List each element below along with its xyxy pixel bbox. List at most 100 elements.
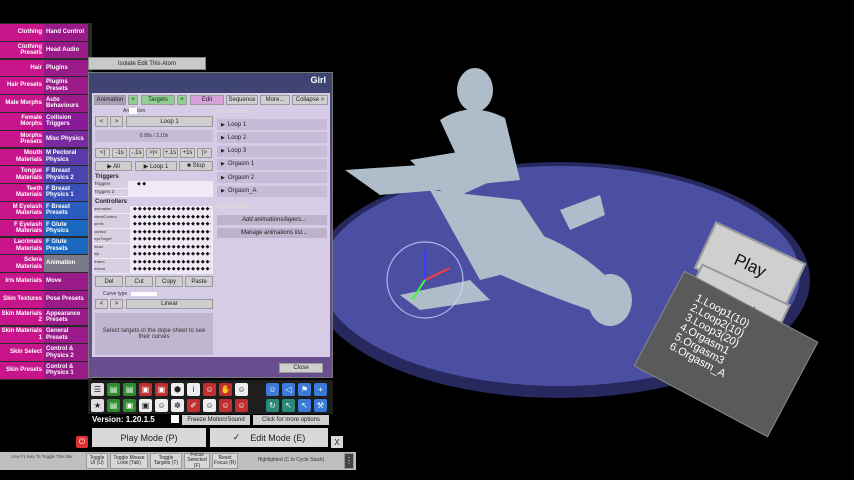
tab-m-pectoral-physics[interactable]: M Pectoral Physics bbox=[44, 148, 88, 166]
trigger-keyframes[interactable]: ◆ ◆ bbox=[137, 181, 146, 187]
hand-icon[interactable]: ✋ bbox=[219, 383, 232, 396]
status-focus-selected-f-button[interactable]: Focus Selected (F) bbox=[184, 452, 210, 469]
tab-teeth-materials[interactable]: Teeth Materials bbox=[0, 184, 44, 201]
play-loop-button[interactable]: ▶ Loop 1 bbox=[135, 161, 177, 171]
time-nav-button[interactable]: |> bbox=[197, 148, 212, 158]
controller-row-label[interactable]: animation bbox=[94, 206, 130, 213]
del-key-button[interactable]: Del bbox=[95, 276, 123, 287]
curve-prev-button[interactable]: < bbox=[95, 299, 108, 309]
tab-f-breast-presets[interactable]: F Breast Presets bbox=[44, 202, 88, 219]
animation-item[interactable]: ▶ Orgasm_A bbox=[217, 185, 327, 197]
more-menu-icon[interactable]: ⋮ bbox=[344, 453, 354, 469]
folder-icon[interactable]: ▤ bbox=[107, 383, 120, 396]
collapse-button[interactable]: Collapse > bbox=[292, 95, 328, 105]
paste-icon[interactable]: ▣ bbox=[139, 383, 152, 396]
user-icon[interactable]: ☺ bbox=[203, 383, 216, 396]
time-nav-button[interactable]: +1s bbox=[180, 148, 195, 158]
tab-move[interactable]: Move bbox=[44, 273, 88, 290]
copy-key-button[interactable]: Copy bbox=[155, 276, 183, 287]
tab-skin-materials-1[interactable]: Skin Materials 1 bbox=[0, 326, 44, 344]
controller-row-label[interactable]: control bbox=[94, 228, 130, 236]
tab-sclera-materials[interactable]: Sclera Materials bbox=[0, 255, 44, 272]
cut-key-button[interactable]: Cut bbox=[125, 276, 153, 287]
share-icon[interactable]: ◁ bbox=[282, 383, 295, 396]
controller-keyframes[interactable]: ◆◆◆◆◆◆◆◆◆◆◆◆◆◆◆◆◆◆◆◆◆◆ bbox=[133, 259, 211, 265]
trigger-row-label[interactable]: Triggers 2 bbox=[94, 189, 128, 196]
isolate-edit-button[interactable]: Isolate Edit This Atom bbox=[88, 57, 206, 70]
tab-hair[interactable]: Hair bbox=[0, 59, 44, 77]
edit-mode-button[interactable]: ✓ Edit Mode (E) bbox=[210, 428, 328, 447]
tools-icon[interactable]: ⚒ bbox=[314, 399, 327, 412]
tab-m-eyelash-materials[interactable]: M Eyelash Materials bbox=[0, 202, 44, 219]
curve-type-select[interactable]: Linear bbox=[126, 299, 213, 309]
pointer-icon[interactable]: ↖ bbox=[282, 399, 295, 412]
plus-icon[interactable]: + bbox=[314, 383, 327, 396]
tab-edit[interactable]: Edit bbox=[190, 95, 224, 105]
tab-control-physics-2[interactable]: Control & Physics 2 bbox=[44, 344, 88, 361]
tab-skin-textures[interactable]: Skin Textures bbox=[0, 291, 44, 308]
controller-row-label[interactable]: eyeTarget bbox=[94, 236, 130, 243]
freeze-checkbox[interactable] bbox=[171, 415, 179, 423]
curve-next-button[interactable]: > bbox=[110, 299, 123, 309]
person-icon[interactable]: ☺ bbox=[266, 383, 279, 396]
user-icon[interactable]: ☺ bbox=[219, 399, 232, 412]
controller-keyframes[interactable]: ◆◆◆◆◆◆◆◆◆◆◆◆◆◆◆◆◆◆◆◆◆◆ bbox=[133, 229, 211, 235]
status-toggle-ui-u-button[interactable]: Toggle UI (U) bbox=[86, 453, 108, 469]
tab-plugins-presets[interactable]: Plugins Presets bbox=[44, 77, 88, 94]
play-mode-button[interactable]: Play Mode (P) bbox=[92, 428, 206, 447]
tab-f-glute-presets[interactable]: F Glute Presets bbox=[44, 237, 88, 255]
tab-clothing[interactable]: Clothing bbox=[0, 24, 44, 41]
animation-item[interactable]: ▶ Loop 2 bbox=[217, 132, 327, 144]
info-icon[interactable]: i bbox=[187, 383, 200, 396]
refresh-icon[interactable]: ↻ bbox=[266, 399, 279, 412]
tab-hair-presets[interactable]: Hair Presets bbox=[0, 77, 44, 94]
controller-keyframes[interactable]: ◆◆◆◆◆◆◆◆◆◆◆◆◆◆◆◆◆◆◆◆◆◆ bbox=[133, 221, 211, 227]
tab-lacrimals-materials[interactable]: Lacrimals Materials bbox=[0, 237, 44, 255]
power-icon[interactable]: ⏻ bbox=[76, 436, 88, 448]
tab-f-glute-physics[interactable]: F Glute Physics bbox=[44, 219, 88, 237]
animation-item[interactable]: ▶ Orgasm 1 bbox=[217, 158, 327, 170]
animation-select[interactable]: Loop 1 bbox=[126, 116, 213, 127]
time-nav-button[interactable]: +.1s bbox=[163, 148, 178, 158]
flag-icon[interactable]: ⚑ bbox=[298, 383, 311, 396]
tab-female-morphs[interactable]: Female Morphs bbox=[0, 113, 44, 130]
tab-control-physics-1[interactable]: Control & Physics 1 bbox=[44, 362, 88, 379]
tab-appearance-presets[interactable]: Appearance Presets bbox=[44, 308, 88, 326]
more-options-button[interactable]: Click for more options bbox=[253, 415, 329, 425]
tab-iris-materials[interactable]: Iris Materials bbox=[0, 273, 44, 290]
tab-targets[interactable]: Targets bbox=[141, 95, 175, 105]
pointer-icon[interactable]: ↖ bbox=[298, 399, 311, 412]
controller-row-label[interactable]: lHand bbox=[94, 258, 130, 266]
folder-icon[interactable]: ▤ bbox=[123, 383, 136, 396]
user-icon[interactable]: ☺ bbox=[235, 383, 248, 396]
controller-row-label[interactable]: rHand bbox=[94, 266, 130, 273]
status-toggle-targets-t-button[interactable]: Toggle Targets (T) bbox=[150, 453, 182, 469]
add-target-button[interactable]: + bbox=[177, 95, 187, 105]
status-reset-focus-r-button[interactable]: Reset Focus (R) bbox=[212, 453, 238, 469]
prev-animation-button[interactable]: < bbox=[95, 116, 108, 127]
time-nav-button[interactable]: <| bbox=[95, 148, 110, 158]
folder-icon[interactable]: ▤ bbox=[107, 399, 120, 412]
curve-slider[interactable] bbox=[131, 292, 157, 296]
add-animations-button[interactable]: Add animations/layers... bbox=[217, 215, 327, 225]
user-icon[interactable]: ☺ bbox=[203, 399, 216, 412]
tab-mouth-materials[interactable]: Mouth Materials bbox=[0, 148, 44, 166]
tab-animation[interactable]: Animation bbox=[44, 255, 88, 272]
controller-row-label[interactable]: head bbox=[94, 243, 130, 251]
tab-sequence[interactable]: Sequence bbox=[226, 95, 258, 105]
person-icon[interactable]: ☺ bbox=[155, 399, 168, 412]
star-icon[interactable]: ★ bbox=[91, 399, 104, 412]
controller-keyframes[interactable]: ◆◆◆◆◆◆◆◆◆◆◆◆◆◆◆◆◆◆◆◆◆◆ bbox=[133, 236, 211, 242]
animation-item[interactable]: ▶ Orgasm 2 bbox=[217, 172, 327, 184]
tab-skin-presets[interactable]: Skin Presets bbox=[0, 362, 44, 379]
stop-button[interactable]: ■ Stop bbox=[179, 161, 213, 171]
time-nav-button[interactable]: >|< bbox=[146, 148, 161, 158]
animation-toggle[interactable] bbox=[129, 108, 137, 114]
tab-f-breast-physics-1[interactable]: F Breast Physics 1 bbox=[44, 184, 88, 201]
triggers-sheet[interactable]: Triggers Triggers 2 ◆ ◆ bbox=[93, 181, 213, 197]
tab-f-eyelash-materials[interactable]: F Eyelash Materials bbox=[0, 219, 44, 237]
tab-head-audio[interactable]: Head Audio bbox=[44, 41, 88, 59]
list-icon[interactable]: ☰ bbox=[91, 383, 104, 396]
tab-general-presets[interactable]: General Presets bbox=[44, 326, 88, 344]
time-nav-button[interactable]: -.1s bbox=[129, 148, 144, 158]
